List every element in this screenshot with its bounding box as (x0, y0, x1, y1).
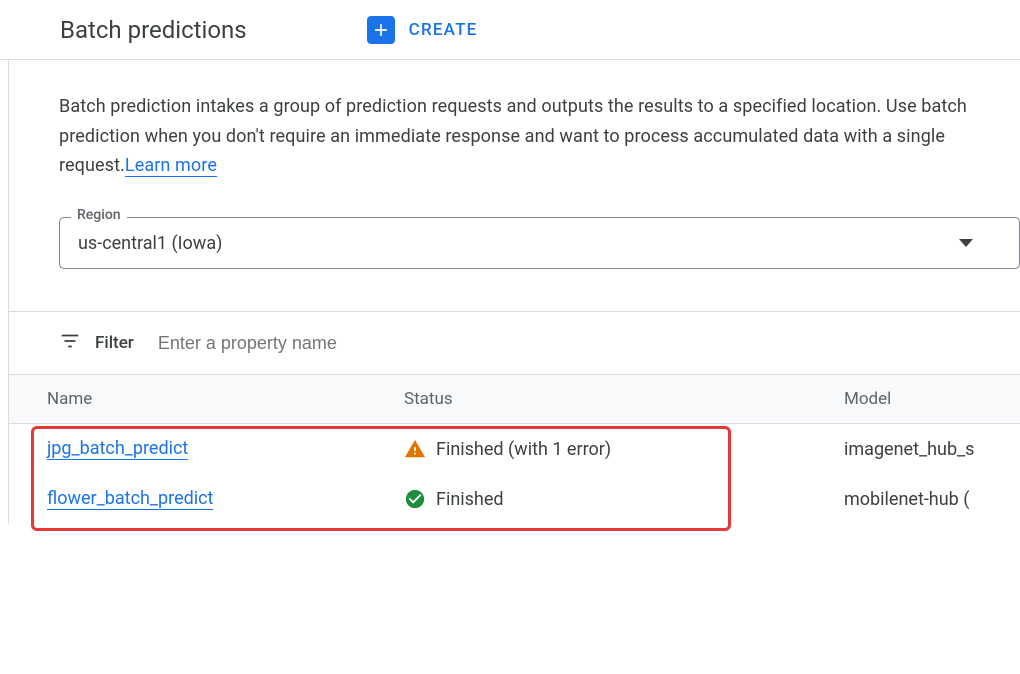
status-text: Finished (436, 489, 504, 510)
page-title: Batch predictions (28, 16, 247, 44)
filter-icon (59, 330, 81, 356)
filter-input[interactable] (158, 333, 1020, 354)
content-area: Batch prediction intakes a group of pred… (8, 60, 1020, 524)
prediction-name-link[interactable]: jpg_batch_predict (47, 438, 188, 460)
column-header-model[interactable]: Model (844, 389, 1020, 409)
create-button[interactable]: CREATE (367, 16, 478, 44)
region-select[interactable]: us-central1 (Iowa) (59, 217, 1020, 269)
column-header-status[interactable]: Status (404, 389, 844, 409)
table-section: Filter Name Status Model jpg_batch_predi… (9, 311, 1020, 524)
description-text: Batch prediction intakes a group of pred… (9, 92, 1020, 181)
table-rows-wrapper: jpg_batch_predict Finished (with 1 error… (9, 424, 1020, 524)
warning-icon (404, 438, 426, 460)
column-header-name[interactable]: Name (9, 389, 404, 409)
page-header: Batch predictions CREATE (0, 0, 1020, 60)
filter-bar: Filter (9, 312, 1020, 374)
table-header-row: Name Status Model (9, 374, 1020, 424)
region-value: us-central1 (Iowa) (78, 233, 222, 254)
model-name: imagenet_hub_s (844, 439, 974, 460)
status-text: Finished (with 1 error) (436, 439, 611, 460)
create-label: CREATE (409, 20, 478, 40)
region-label: Region (71, 207, 127, 223)
check-circle-icon (404, 488, 426, 510)
prediction-name-link[interactable]: flower_batch_predict (47, 488, 213, 510)
learn-more-link[interactable]: Learn more (125, 155, 217, 177)
region-selector-container: Region us-central1 (Iowa) (59, 217, 1020, 269)
table-row: flower_batch_predict Finished mobilenet-… (9, 474, 1020, 524)
filter-label: Filter (95, 333, 134, 353)
plus-icon (367, 16, 395, 44)
model-name: mobilenet-hub ( (844, 489, 969, 510)
table-row: jpg_batch_predict Finished (with 1 error… (9, 424, 1020, 474)
chevron-down-icon (959, 239, 973, 247)
